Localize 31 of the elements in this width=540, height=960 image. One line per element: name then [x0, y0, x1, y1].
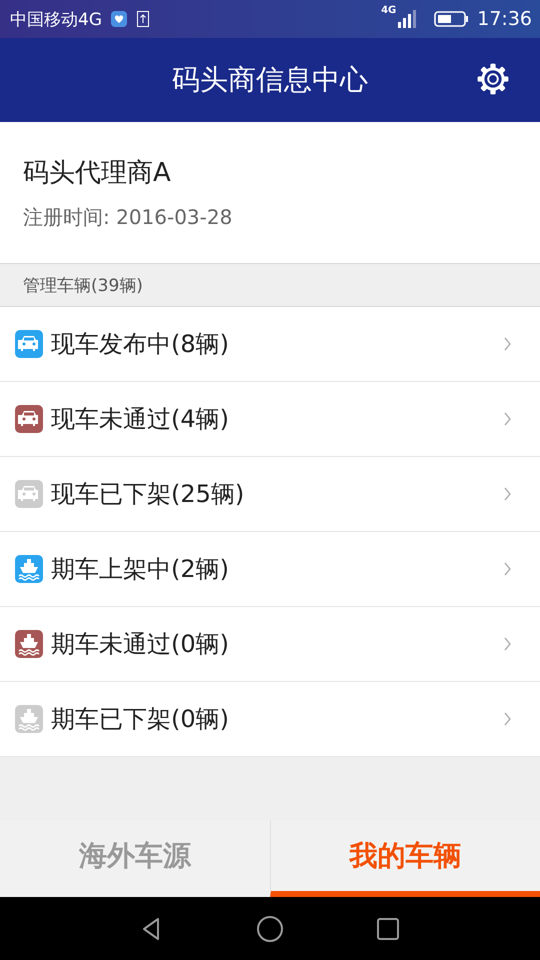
- clock-time: 17:36: [477, 8, 532, 30]
- network-label: 4G: [381, 5, 396, 16]
- agent-name: 码头代理商A: [23, 156, 172, 190]
- chevron-icon: [504, 712, 512, 726]
- chevron-icon: [504, 487, 512, 501]
- item-label: 现车已下架(25辆): [51, 479, 246, 510]
- page-title: 码头商信息中心: [172, 62, 368, 98]
- item-label: 期车未通过(0辆): [51, 629, 230, 660]
- item-label: 现车发布中(8辆): [51, 329, 230, 360]
- item-label: 现车未通过(4辆): [51, 404, 230, 435]
- settings-icon[interactable]: [476, 62, 510, 96]
- home-icon[interactable]: [256, 914, 284, 942]
- section-header: 管理车辆(39辆): [0, 263, 540, 307]
- chevron-icon: [504, 637, 512, 651]
- registration-date: 注册时间: 2016-03-28: [23, 204, 234, 230]
- signal-icon: [398, 10, 416, 28]
- list-item[interactable]: 期车上架中(2辆): [0, 532, 540, 607]
- item-label: 期车已下架(0辆): [51, 704, 230, 735]
- list-item[interactable]: 期车未通过(0辆): [0, 607, 540, 682]
- list-item[interactable]: 现车未通过(4辆): [0, 382, 540, 457]
- list-item[interactable]: 期车已下架(0辆): [0, 682, 540, 757]
- battery-icon: [434, 11, 470, 27]
- list-item[interactable]: 现车发布中(8辆): [0, 307, 540, 382]
- chevron-icon: [504, 562, 512, 576]
- list-item[interactable]: 现车已下架(25辆): [0, 457, 540, 532]
- chevron-icon: [504, 337, 512, 351]
- chevron-icon: [504, 412, 512, 426]
- heart-app-icon: [110, 10, 128, 28]
- item-label: 期车上架中(2辆): [51, 554, 230, 585]
- upload-icon: [136, 10, 150, 28]
- carrier-name: 中国移动4G: [10, 8, 102, 30]
